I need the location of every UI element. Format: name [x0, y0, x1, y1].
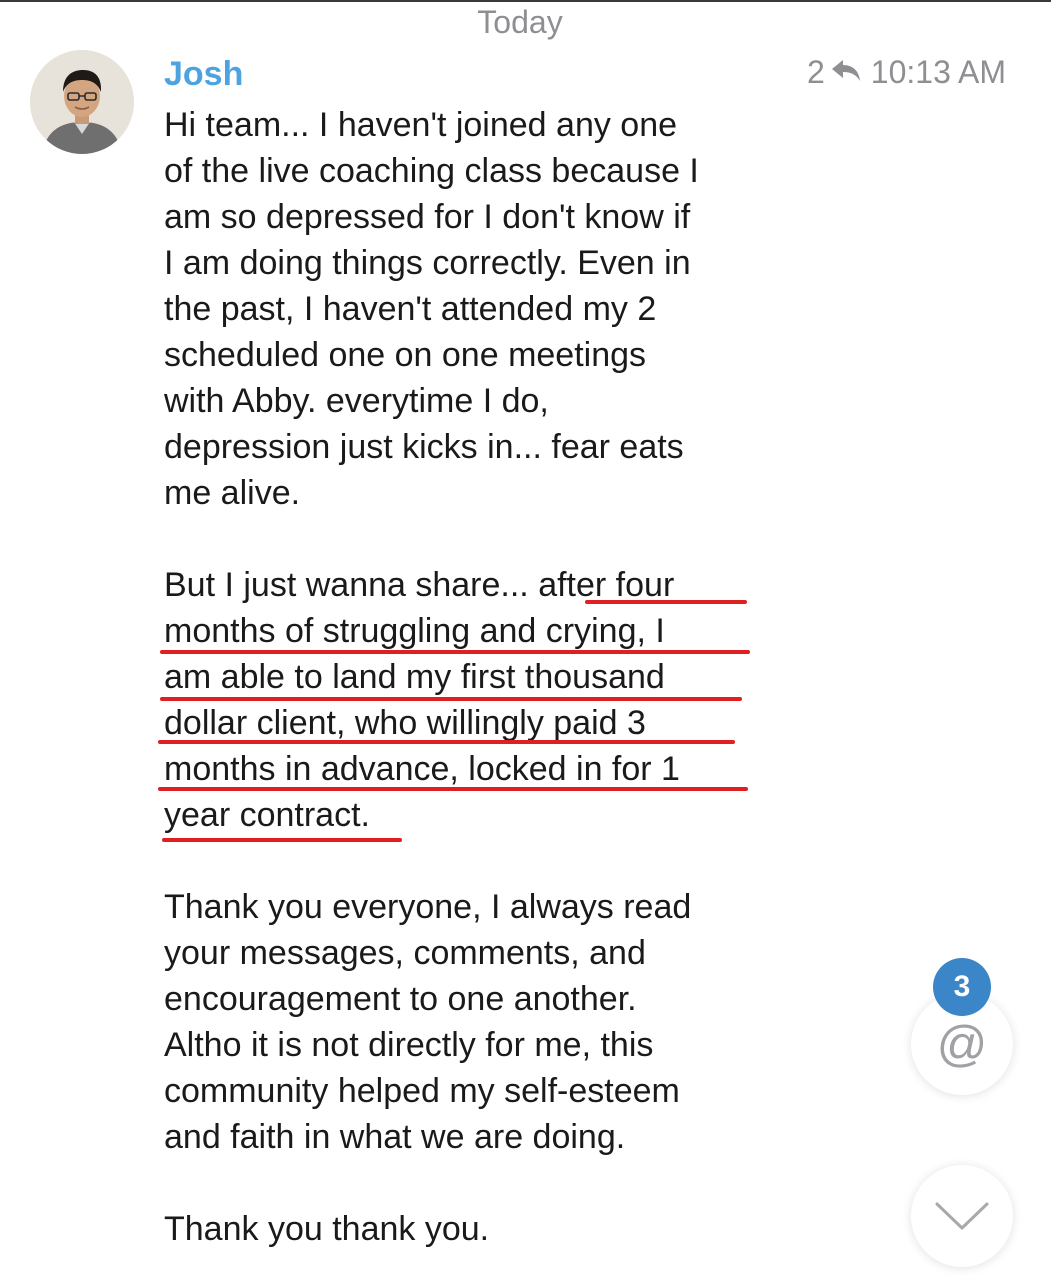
message-line: am able to land my first thousand — [164, 658, 665, 696]
message-time: 10:13 AM — [870, 54, 1006, 90]
highlight-underline — [160, 650, 750, 654]
date-separator: Today — [477, 4, 563, 40]
message-line: Hi team... I haven't joined any one — [164, 106, 678, 144]
message-meta: 2 10:13 AM — [807, 52, 1006, 92]
message-line: Thank you thank you. — [164, 1210, 490, 1248]
reply-arrow-icon[interactable] — [831, 52, 861, 92]
reply-count[interactable]: 2 — [807, 52, 825, 92]
message-line: of the live coaching class because I — [164, 152, 699, 190]
avatar-photo — [30, 50, 134, 154]
message-line: months of struggling and crying, I — [164, 612, 665, 650]
highlight-underline — [162, 838, 402, 842]
message-line: and faith in what we are doing. — [164, 1118, 626, 1156]
message-line: depression just kicks in... fear eats — [164, 428, 684, 466]
avatar[interactable] — [30, 50, 134, 154]
sender-name[interactable]: Josh — [164, 52, 243, 96]
highlight-underline — [158, 740, 735, 744]
message-line: months in advance, locked in for 1 — [164, 750, 680, 788]
message-body: Hi team... I haven't joined any one of th… — [164, 102, 794, 1252]
message-line: scheduled one on one meetings — [164, 336, 647, 374]
highlight-underline — [160, 697, 742, 701]
message-line: year contract. — [164, 796, 370, 834]
chevron-down-icon — [935, 1202, 989, 1230]
message-line: Thank you everyone, I always read — [164, 888, 692, 926]
message-line: the past, I haven't attended my 2 — [164, 290, 657, 328]
message-line: with Abby. everytime I do, — [164, 382, 549, 420]
message-line: me alive. — [164, 474, 301, 512]
message-line: encouragement to one another. — [164, 980, 637, 1018]
highlight-underline — [585, 600, 747, 604]
message-line: am so depressed for I don't know if — [164, 198, 691, 236]
chat-screen: Today Josh 2 10:13 AM Hi team... I haven… — [0, 0, 1051, 1280]
message-line: Altho it is not directly for me, this — [164, 1026, 654, 1064]
message-line: community helped my self-esteem — [164, 1072, 680, 1110]
message-line: your messages, comments, and — [164, 934, 646, 972]
scroll-down-button[interactable] — [911, 1165, 1013, 1267]
mentions-badge: 3 — [933, 958, 991, 1016]
at-icon: @ — [936, 1016, 988, 1072]
highlight-underline — [158, 787, 748, 791]
message-line: I am doing things correctly. Even in — [164, 244, 691, 282]
